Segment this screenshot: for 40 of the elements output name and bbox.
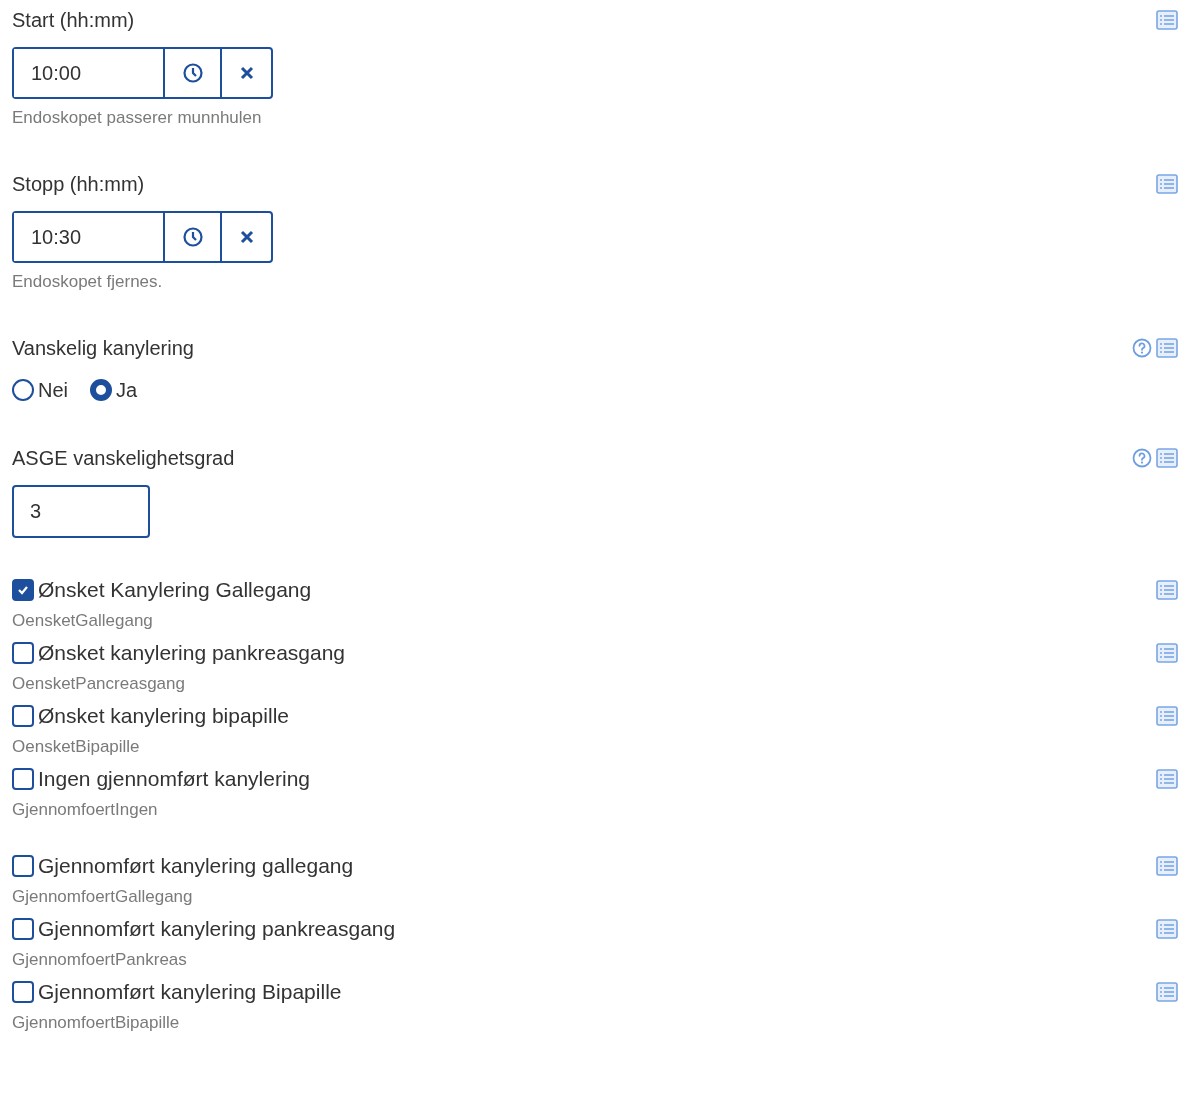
close-icon <box>238 229 255 245</box>
clock-icon <box>181 226 204 248</box>
radio-option[interactable]: Nei <box>12 376 68 404</box>
field-hint: Endoskopet passerer munnhulen <box>12 107 262 129</box>
field-hint: GjennomfoertGallegang <box>12 886 193 908</box>
checkbox[interactable] <box>12 768 34 790</box>
clock-icon <box>181 62 204 84</box>
checkbox[interactable] <box>12 855 34 877</box>
field-label: ASGE vanskelighetsgrad <box>12 446 235 471</box>
field-hint: OensketBipapille <box>12 736 140 758</box>
time-field[interactable]: 10:00 <box>12 47 273 99</box>
field-label: Vanskelig kanylering <box>12 336 194 361</box>
radio-button[interactable] <box>90 379 112 401</box>
checkbox[interactable] <box>12 579 34 601</box>
field-hint: Endoskopet fjernes. <box>12 271 163 293</box>
field-hint: OensketGallegang <box>12 610 153 632</box>
field-label: Stopp (hh:mm) <box>12 172 145 197</box>
checkbox-option[interactable]: Gjennomført kanylering gallegang <box>12 850 354 882</box>
checkbox-option[interactable]: Ønsket kanylering pankreasgang <box>12 637 346 669</box>
checkbox-option[interactable]: Ingen gjennomført kanylering <box>12 763 310 795</box>
radio-option[interactable]: Ja <box>90 376 138 404</box>
help-icon[interactable] <box>1132 448 1152 468</box>
field-hint: GjennomfoertBipapille <box>12 1012 180 1034</box>
checkbox-option[interactable]: Gjennomført kanylering pankreasgang <box>12 913 396 945</box>
field-hint: OensketPancreasgang <box>12 673 185 695</box>
help-icon[interactable] <box>1132 338 1152 358</box>
checkbox-option[interactable]: Ønsket Kanylering Gallegang <box>12 574 312 606</box>
number-input[interactable]: 3 <box>12 485 150 538</box>
checkbox[interactable] <box>12 642 34 664</box>
checkbox[interactable] <box>12 918 34 940</box>
field-label: Start (hh:mm) <box>12 8 135 33</box>
time-field[interactable]: 10:30 <box>12 211 273 263</box>
field-hint: GjennomfoertIngen <box>12 799 158 821</box>
radio-button[interactable] <box>12 379 34 401</box>
checkbox-option[interactable]: Gjennomført kanylering Bipapille <box>12 976 342 1008</box>
checkbox[interactable] <box>12 705 34 727</box>
field-hint: GjennomfoertPankreas <box>12 949 187 971</box>
close-icon <box>238 65 255 81</box>
checkbox[interactable] <box>12 981 34 1003</box>
checkbox-option[interactable]: Ønsket kanylering bipapille <box>12 700 289 732</box>
